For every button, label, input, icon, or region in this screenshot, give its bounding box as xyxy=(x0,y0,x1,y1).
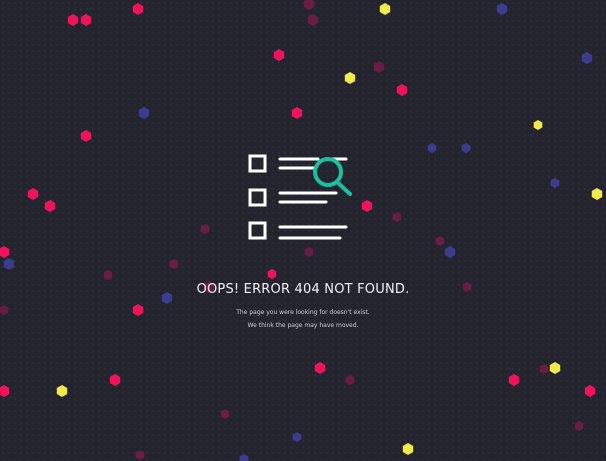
checkbox-icon xyxy=(248,188,267,207)
magnifier-icon xyxy=(313,157,352,196)
error-page: OOPS! ERROR 404 NOT FOUND. The page you … xyxy=(0,0,606,461)
document-search-icon xyxy=(248,154,352,240)
error-title: OOPS! ERROR 404 NOT FOUND. xyxy=(196,282,410,297)
checkbox-icon xyxy=(248,154,267,173)
checkbox-icon xyxy=(248,221,267,240)
error-message-line-1: The page you were looking for doesn't ex… xyxy=(236,309,370,316)
error-message-line-2: We think the page may have moved. xyxy=(247,322,359,329)
